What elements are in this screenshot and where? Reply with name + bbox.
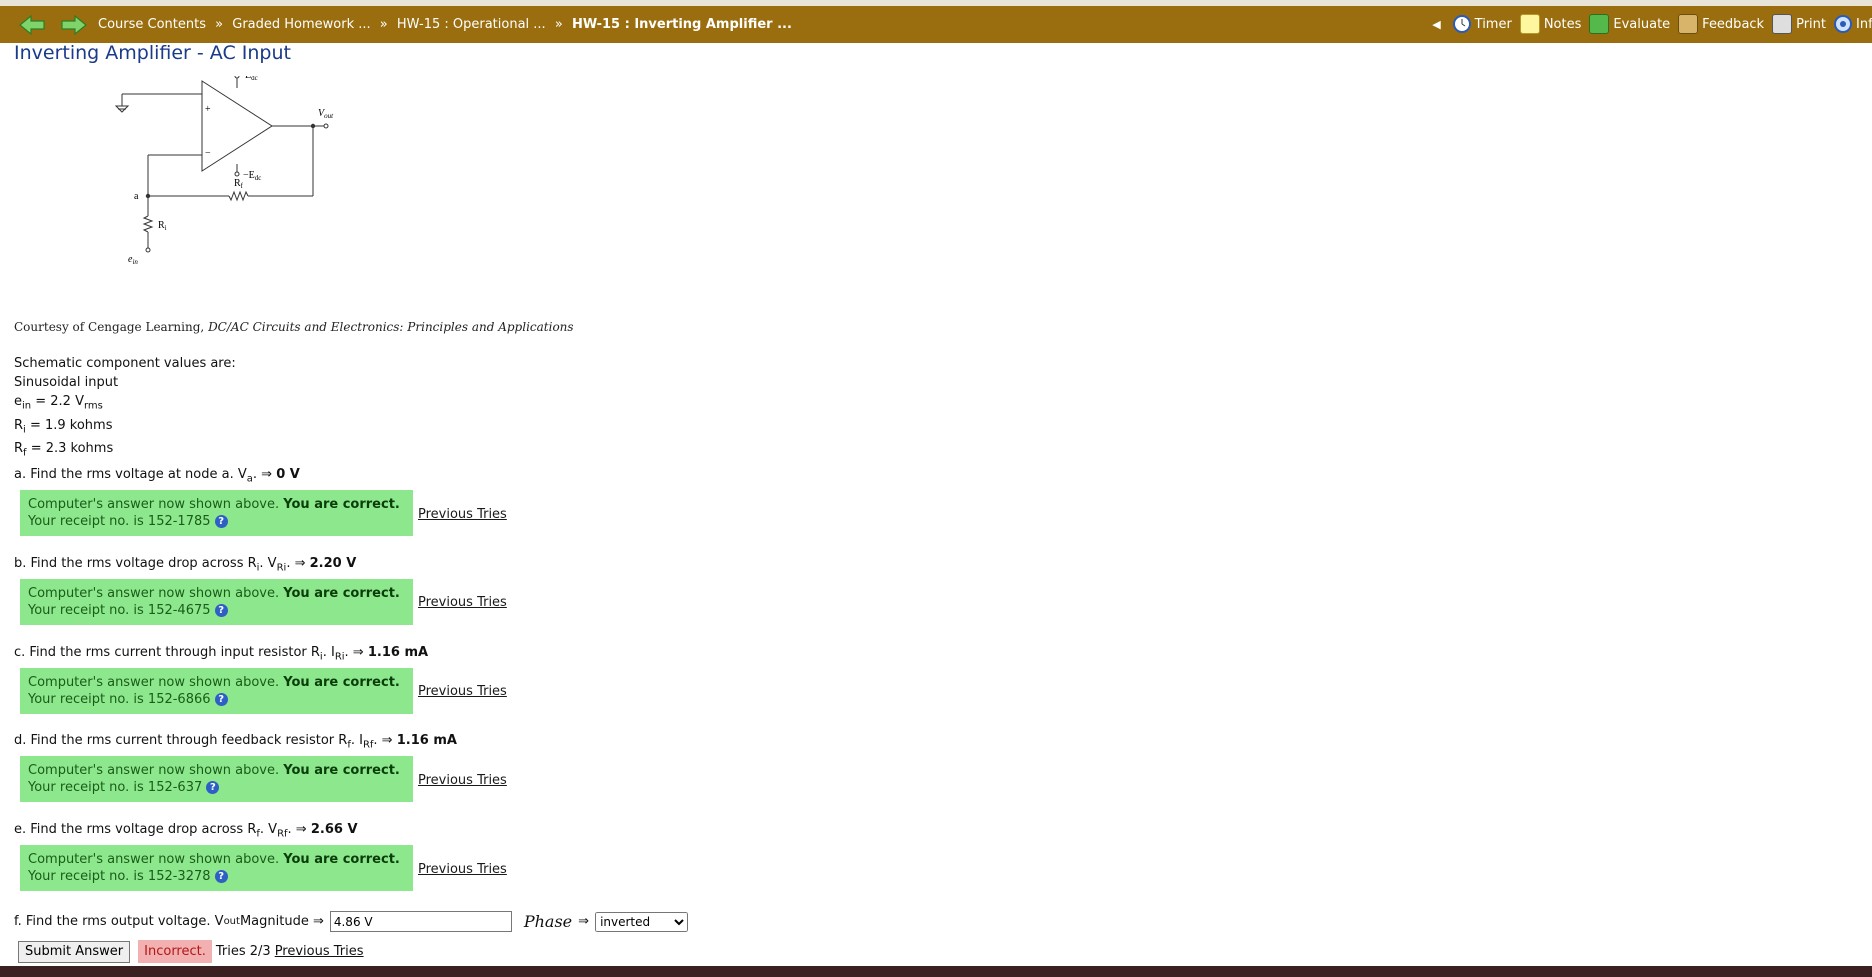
component-values: Schematic component values are: Sinusoid… (14, 354, 236, 463)
back-arrow-icon[interactable] (18, 14, 46, 36)
ein-value: ein = 2.2 Vrms (14, 394, 103, 412)
feedback-box-c: Computer's answer now shown above. You a… (20, 668, 413, 714)
incorrect-badge: Incorrect. (138, 940, 212, 963)
question-e: e. Find the rms voltage drop across Rf. … (14, 822, 358, 840)
info-eye-icon (1834, 15, 1852, 33)
submit-row: Submit Answer Incorrect. Tries 2/3 Previo… (18, 940, 364, 963)
phase-select[interactable]: inverted (595, 911, 689, 932)
sinusoidal-label: Sinusoidal input (14, 375, 119, 390)
phase-label: Phase (523, 912, 573, 931)
breadcrumb: Course Contents » Graded Homework ... » … (98, 17, 792, 32)
vout-label: Vout (318, 108, 334, 120)
ri-label: Ri (158, 220, 167, 232)
plus-input-label: + (205, 104, 211, 115)
clock-icon (1452, 15, 1471, 33)
page-title: Inverting Amplifier - AC Input (14, 42, 291, 64)
image-credit: Courtesy of Cengage Learning, DC/AC Circ… (14, 320, 574, 334)
nav-bar: Course Contents » Graded Homework ... » … (0, 6, 1872, 43)
previous-tries-link-b[interactable]: Previous Tries (418, 595, 507, 610)
question-c: c. Find the rms current through input re… (14, 645, 429, 663)
help-icon[interactable]: ? (214, 515, 228, 528)
collapse-triangle-icon[interactable]: ◀ (1432, 18, 1440, 31)
minus-input-label: − (205, 148, 211, 159)
feedback-box-d: Computer's answer now shown above. You a… (20, 756, 413, 802)
forward-arrow-icon[interactable] (60, 14, 88, 36)
info-button[interactable]: Info (1834, 15, 1872, 33)
feedback-box-b: Computer's answer now shown above. You a… (20, 579, 413, 625)
feedback-button[interactable]: Feedback (1678, 14, 1764, 34)
answer-c: 1.16 mA (367, 645, 429, 660)
breadcrumb-hw15-operational[interactable]: HW-15 : Operational ... (397, 17, 546, 32)
ri-value: Ri = 1.9 kohms (14, 417, 113, 436)
breadcrumb-graded-homework[interactable]: Graded Homework ... (232, 17, 370, 32)
note-pad-icon (1519, 14, 1540, 34)
question-b: b. Find the rms voltage drop across Ri. … (14, 556, 357, 574)
breadcrumb-course-contents[interactable]: Course Contents (98, 17, 206, 32)
taskbar-strip (0, 966, 1872, 977)
magnitude-input[interactable] (329, 911, 512, 932)
breadcrumb-current: HW-15 : Inverting Amplifier ... (571, 17, 792, 32)
timer-button[interactable]: Timer (1452, 15, 1512, 33)
previous-tries-link-c[interactable]: Previous Tries (418, 684, 507, 699)
help-icon[interactable]: ? (214, 604, 228, 617)
print-button[interactable]: Print (1772, 14, 1826, 34)
question-a: a. Find the rms voltage at node a. Va. ⇒… (14, 467, 300, 485)
printer-icon (1772, 14, 1793, 34)
answer-a: 0 V (276, 467, 300, 482)
help-icon[interactable]: ? (214, 870, 228, 883)
answer-b: 2.20 V (309, 556, 357, 571)
submit-answer-button[interactable]: Submit Answer (18, 940, 131, 963)
inverting-amplifier-schematic: + − Edc −Edc Vout Rf a Ri ein (114, 76, 334, 266)
feedback-box-a: Computer's answer now shown above. You a… (20, 490, 413, 536)
evaluate-bottle-icon (1589, 14, 1610, 34)
edc-label: Edc (245, 76, 258, 82)
values-heading: Schematic component values are: (14, 356, 236, 371)
feedback-icon (1678, 14, 1699, 34)
node-a-label: a (134, 191, 139, 202)
neg-edc-label: −Edc (243, 170, 261, 182)
help-icon[interactable]: ? (206, 781, 220, 794)
question-f: f. Find the rms output voltage. Vout Mag… (14, 911, 689, 932)
previous-tries-link-f[interactable]: Previous Tries (275, 944, 364, 959)
question-d: d. Find the rms current through feedback… (14, 733, 457, 751)
toolbar: ◀ Timer Notes Evaluate Feedback Print In… (1432, 14, 1872, 34)
answer-e: 2.66 V (310, 822, 358, 837)
notes-button[interactable]: Notes (1519, 14, 1581, 34)
evaluate-button[interactable]: Evaluate (1589, 14, 1670, 34)
feedback-box-e: Computer's answer now shown above. You a… (20, 845, 413, 891)
help-icon[interactable]: ? (214, 693, 228, 706)
previous-tries-link-a[interactable]: Previous Tries (418, 507, 507, 522)
previous-tries-link-d[interactable]: Previous Tries (418, 773, 507, 788)
ein-label: ein (128, 254, 138, 266)
previous-tries-link-e[interactable]: Previous Tries (418, 862, 507, 877)
rf-value: Rf = 2.3 kohms (14, 441, 114, 459)
tries-count: Tries 2/3 Previous Tries (215, 944, 364, 959)
answer-d: 1.16 mA (396, 733, 457, 748)
